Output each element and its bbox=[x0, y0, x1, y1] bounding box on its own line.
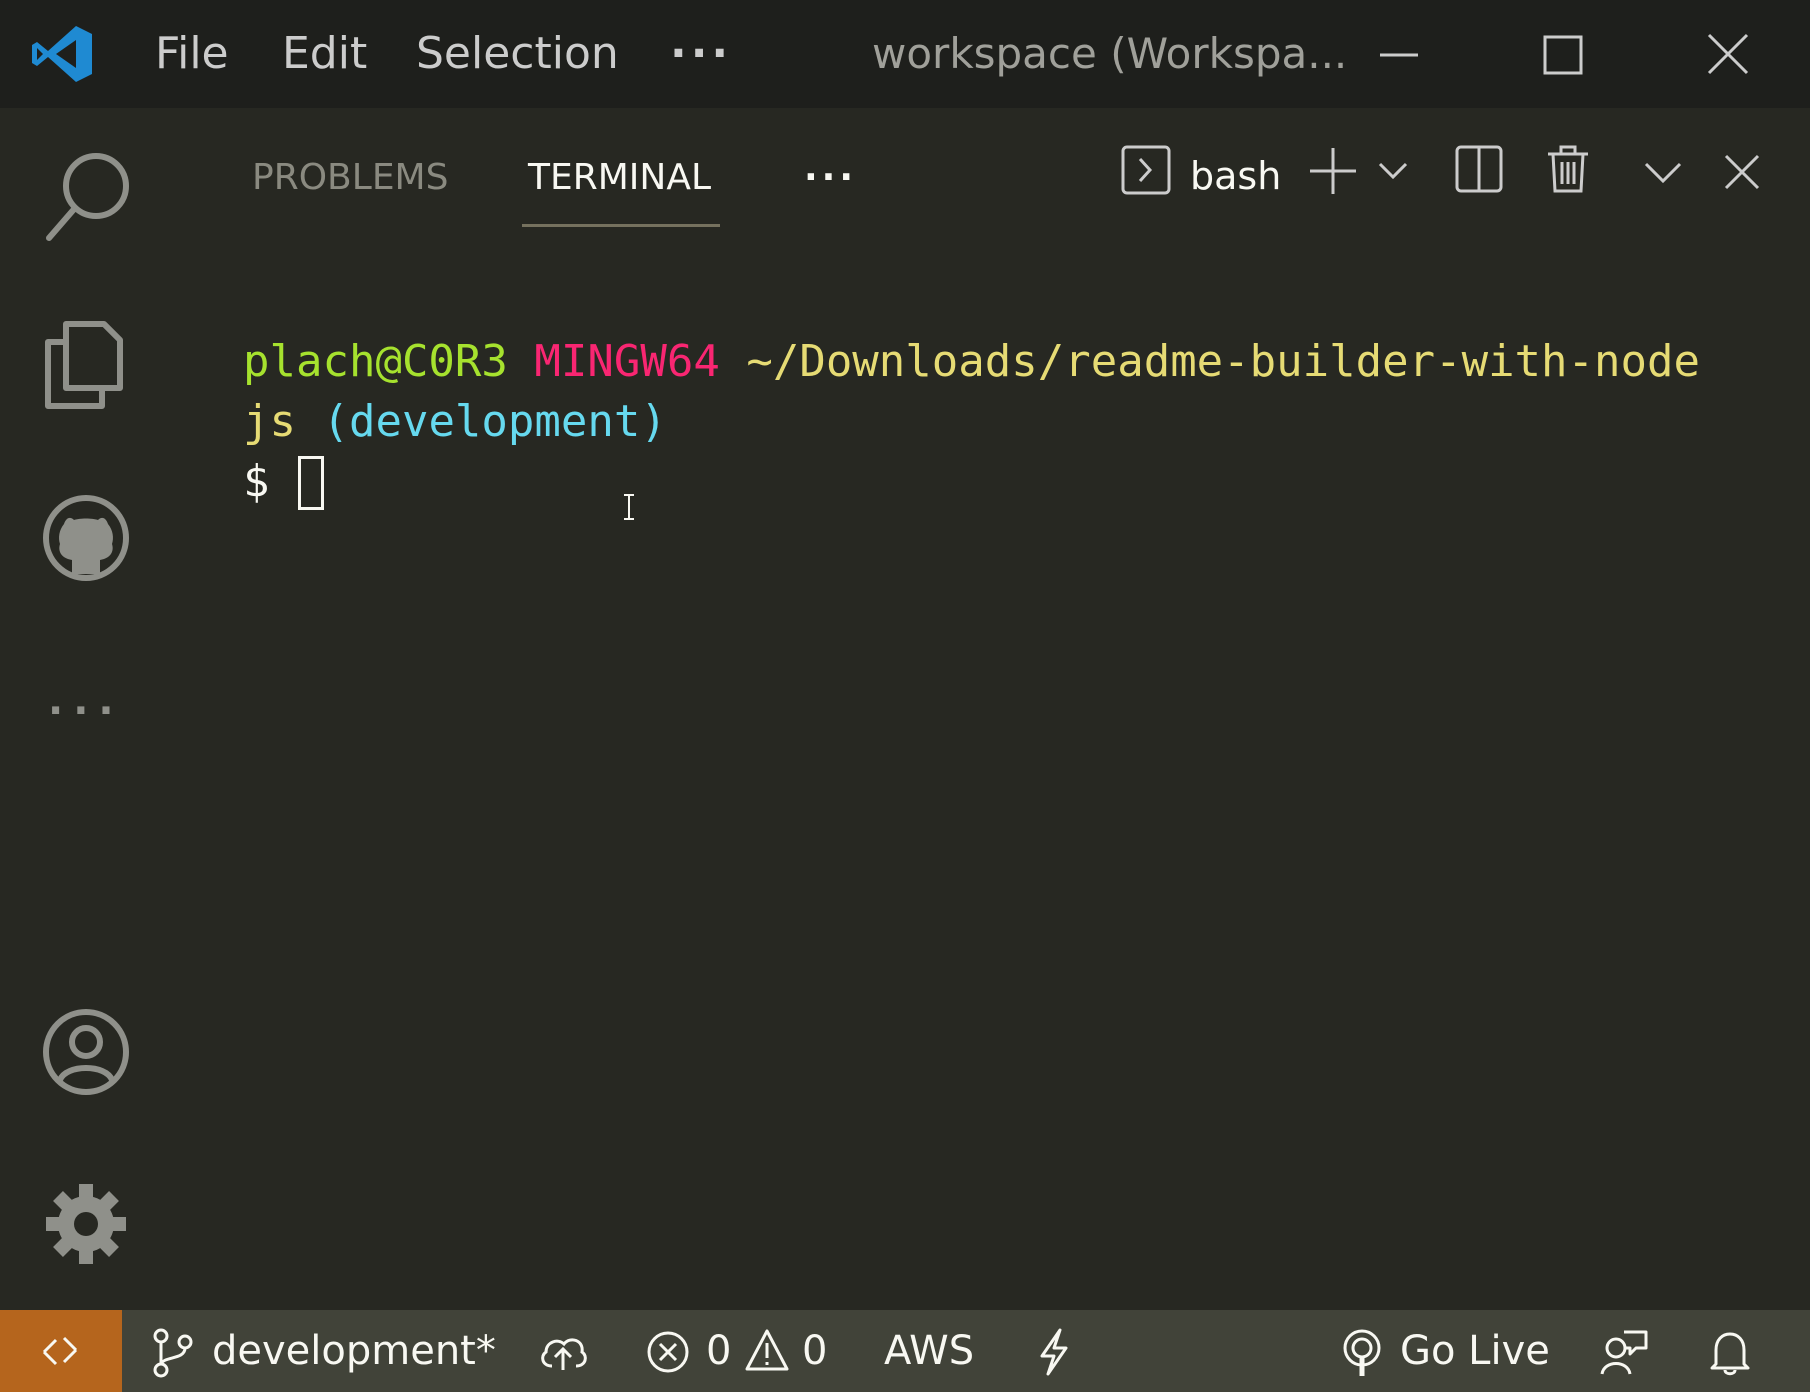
terminal-path: ~/Downloads/readme-builder-with-node bbox=[746, 336, 1700, 387]
title-bar: File Edit Selection ··· workspace (Works… bbox=[0, 0, 1810, 108]
terminal-name-selector[interactable]: bash bbox=[1190, 148, 1281, 204]
status-bar: development* 0 0 AWS Go Live bbox=[0, 1310, 1810, 1392]
tab-terminal[interactable]: TERMINAL bbox=[528, 148, 711, 208]
more-views-button[interactable]: ··· bbox=[48, 688, 124, 734]
git-branch-icon bbox=[152, 1328, 194, 1378]
terminal-line-1: plach@C0R3 MINGW64 ~/Downloads/readme-bu… bbox=[243, 332, 1700, 392]
new-terminal-plus-icon[interactable] bbox=[1308, 146, 1358, 196]
split-terminal-icon[interactable] bbox=[1454, 144, 1504, 194]
vscode-logo-icon bbox=[30, 24, 94, 84]
account-icon[interactable] bbox=[42, 1008, 130, 1096]
menu-more-button[interactable]: ··· bbox=[670, 0, 732, 108]
close-panel-icon[interactable] bbox=[1724, 154, 1760, 190]
menu-edit[interactable]: Edit bbox=[282, 0, 367, 108]
terminal-cursor[interactable] bbox=[298, 456, 324, 510]
terminal-user: plach@C0R3 bbox=[243, 336, 508, 387]
github-icon[interactable] bbox=[42, 494, 130, 582]
error-icon[interactable] bbox=[646, 1330, 690, 1374]
terminal-prompt: $ bbox=[243, 456, 270, 507]
remote-icon bbox=[40, 1330, 80, 1372]
text-cursor-icon bbox=[623, 494, 635, 520]
git-branch-status[interactable]: development* bbox=[212, 1310, 496, 1392]
error-count[interactable]: 0 bbox=[706, 1310, 731, 1392]
broadcast-icon[interactable] bbox=[1340, 1328, 1384, 1378]
trash-icon[interactable] bbox=[1546, 144, 1590, 194]
maximize-button[interactable] bbox=[1542, 34, 1584, 76]
warning-count[interactable]: 0 bbox=[802, 1310, 827, 1392]
minimize-button[interactable] bbox=[1378, 34, 1420, 76]
terminal-panel: PROBLEMS TERMINAL ··· bash plach@C0R3 MI… bbox=[170, 108, 1810, 1310]
close-window-button[interactable] bbox=[1706, 32, 1750, 76]
panel-more-button[interactable]: ··· bbox=[804, 148, 857, 208]
terminal-line-2: js (development) bbox=[243, 392, 667, 452]
maximize-panel-chevron-icon[interactable] bbox=[1644, 160, 1682, 186]
lightning-icon[interactable] bbox=[1036, 1328, 1072, 1376]
go-live-button[interactable]: Go Live bbox=[1400, 1310, 1550, 1392]
tab-problems[interactable]: PROBLEMS bbox=[252, 148, 448, 208]
terminal-path-continued: js bbox=[243, 396, 296, 447]
activity-bar: ··· bbox=[0, 108, 170, 1310]
terminal-shell-icon bbox=[1120, 144, 1172, 196]
remote-button[interactable] bbox=[0, 1310, 122, 1392]
menu-file[interactable]: File bbox=[155, 0, 229, 108]
explorer-icon[interactable] bbox=[44, 320, 124, 410]
feedback-person-icon[interactable] bbox=[1600, 1328, 1648, 1376]
window-title: workspace (Workspa... bbox=[872, 29, 1348, 78]
active-tab-indicator bbox=[522, 224, 720, 227]
search-icon[interactable] bbox=[44, 148, 134, 242]
chevron-down-icon[interactable] bbox=[1378, 160, 1408, 182]
aws-status[interactable]: AWS bbox=[884, 1310, 974, 1392]
cloud-upload-icon[interactable] bbox=[538, 1332, 588, 1372]
terminal-branch: (development) bbox=[322, 396, 667, 447]
menu-selection[interactable]: Selection bbox=[416, 0, 619, 108]
settings-gear-icon[interactable] bbox=[42, 1180, 130, 1268]
bell-icon[interactable] bbox=[1708, 1328, 1752, 1376]
warning-icon[interactable] bbox=[744, 1328, 790, 1372]
terminal-system: MINGW64 bbox=[534, 336, 720, 387]
